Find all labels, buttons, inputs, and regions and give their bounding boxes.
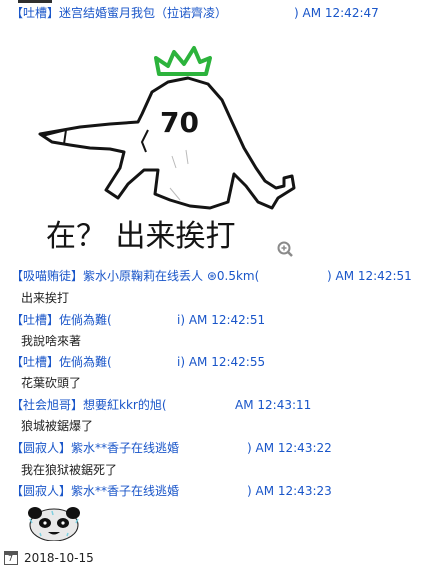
message-header: 【圆寂人】紫水**香子在线逃婚 ) AM 12:43:22 xyxy=(11,440,332,457)
sender-tag: 【吐槽】 xyxy=(11,313,60,327)
sender-name[interactable]: 迷宫结婚蜜月我包（拉诺齊凌） xyxy=(59,6,227,20)
sender-name[interactable]: 紫水小原鞠莉在线丢人 ⊛0.5km( xyxy=(83,269,259,283)
message-text: 花葉砍頭了 xyxy=(21,376,82,390)
sticker-caption: 在？ 出来挨打 xyxy=(46,219,236,254)
message-time: ) AM 12:42:51 xyxy=(327,269,412,283)
message-header: 【吐槽】迷宫结婚蜜月我包（拉诺齊凌） ) AM 12:42:47 xyxy=(11,5,379,22)
sender-name[interactable]: 佐倘為難( xyxy=(59,355,112,369)
message-time: i) AM 12:42:55 xyxy=(177,355,266,369)
sender-name[interactable]: 紫水**香子在线逃婚 xyxy=(71,441,179,455)
sender-name[interactable]: 紫水**香子在线逃婚 xyxy=(71,484,179,498)
message-time: AM 12:43:11 xyxy=(235,398,312,412)
date-label: 2018-10-15 xyxy=(24,551,94,565)
calendar-day: 7 xyxy=(8,554,14,563)
panda-sticker-image[interactable] xyxy=(24,505,84,542)
message-header: 【社会旭哥】想要紅kkr的旭( AM 12:43:11 xyxy=(11,397,311,414)
sticker-face-text: 70 xyxy=(160,106,199,139)
sender-tag: 【吐槽】 xyxy=(11,355,60,369)
message-text: 狼城被鋸爆了 xyxy=(21,419,94,433)
message-time: ) AM 12:43:23 xyxy=(247,484,332,498)
sticker-image[interactable]: 70 在？ 出来挨打 xyxy=(20,38,298,266)
sender-tag: 【圆寂人】 xyxy=(11,441,72,455)
message-time: ) AM 12:43:22 xyxy=(247,441,332,455)
date-separator: 7 2018-10-15 xyxy=(4,550,94,566)
message-time: i) AM 12:42:51 xyxy=(177,313,266,327)
message-header: 【圆寂人】紫水**香子在线逃婚 ) AM 12:43:23 xyxy=(11,483,332,500)
sender-name[interactable]: 想要紅kkr的旭( xyxy=(83,398,167,412)
previous-image-edge xyxy=(18,0,52,3)
calendar-icon: 7 xyxy=(4,551,18,565)
message-header: 【吐槽】佐倘為難( i) AM 12:42:55 xyxy=(11,354,265,371)
message-header: 【吐槽】佐倘為難( i) AM 12:42:51 xyxy=(11,312,265,329)
message-text: 出来挨打 xyxy=(21,291,70,305)
message-text: 我說啥來著 xyxy=(21,334,82,348)
zoom-in-icon[interactable] xyxy=(277,241,293,257)
sender-name[interactable]: 佐倘為難( xyxy=(59,313,112,327)
sender-tag: 【社会旭哥】 xyxy=(11,398,84,412)
sender-tag: 【吸喵贿徒】 xyxy=(11,269,84,283)
sender-tag: 【圆寂人】 xyxy=(11,484,72,498)
message-header: 【吸喵贿徒】紫水小原鞠莉在线丢人 ⊛0.5km( ) AM 12:42:51 xyxy=(11,268,412,285)
message-time: ) AM 12:42:47 xyxy=(294,6,379,20)
sender-tag: 【吐槽】 xyxy=(11,6,60,20)
message-text: 我在狼狱被鋸死了 xyxy=(21,463,118,477)
